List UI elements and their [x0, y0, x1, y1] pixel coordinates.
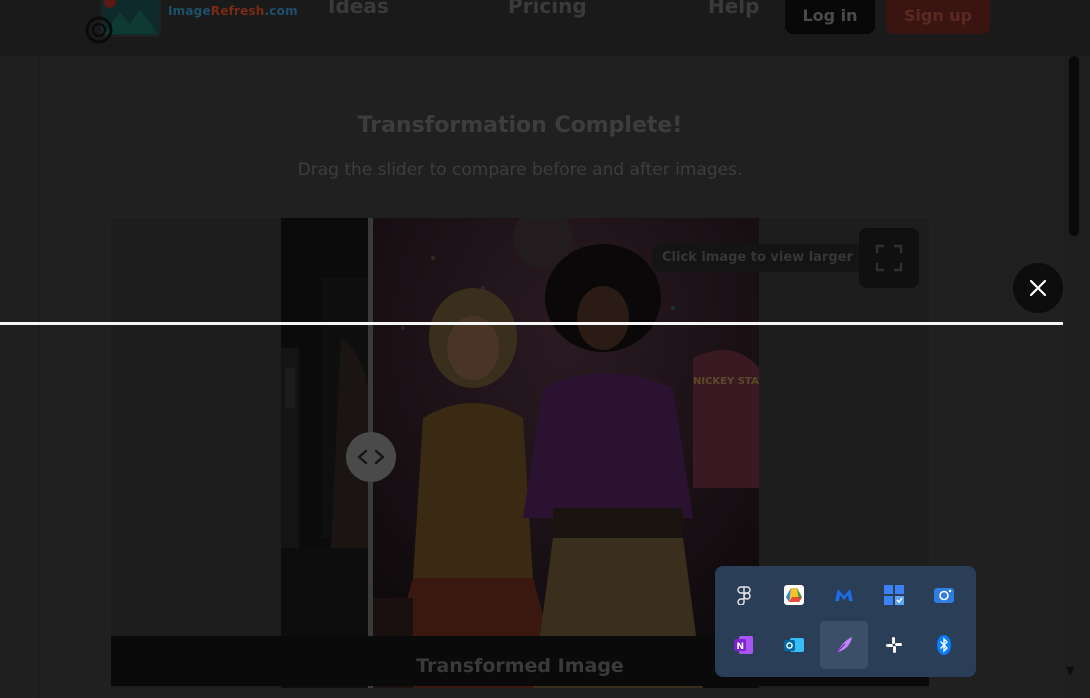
login-button[interactable]: Log in — [785, 0, 875, 34]
site-logo[interactable]: ImageRefresh.com — [84, 0, 298, 44]
task-board-icon[interactable] — [870, 571, 918, 619]
close-icon — [1029, 279, 1047, 297]
malwarebytes-icon[interactable] — [820, 571, 868, 619]
slack-icon[interactable] — [870, 621, 918, 669]
site-header: ImageRefresh.com Ideas Pricing Help Log … — [0, 0, 1090, 56]
left-right-arrows-icon — [357, 449, 385, 465]
close-button[interactable] — [1013, 263, 1063, 313]
nav-help[interactable]: Help — [708, 0, 759, 18]
scrollbar-thumb[interactable] — [1069, 56, 1079, 236]
google-drive-icon[interactable] — [770, 571, 818, 619]
logo-mountain-icon — [85, 0, 161, 44]
figma-icon[interactable] — [720, 571, 768, 619]
onenote-icon[interactable]: N — [720, 621, 768, 669]
nav-ideas[interactable]: Ideas — [328, 0, 389, 18]
bluetooth-icon[interactable] — [920, 621, 968, 669]
fullscreen-icon — [875, 244, 903, 272]
horizontal-guide-line — [0, 322, 1063, 325]
outlook-icon[interactable] — [770, 621, 818, 669]
camera-app-icon[interactable] — [920, 571, 968, 619]
logo-wordmark: ImageRefresh.com — [168, 4, 298, 18]
quill-feather-icon[interactable] — [820, 621, 868, 669]
signup-button[interactable]: Sign up — [886, 0, 990, 34]
svg-text:N: N — [737, 642, 745, 652]
scroll-down-arrow-icon[interactable]: ▼ — [1066, 664, 1074, 677]
after-image: NICKEY STATION — [373, 218, 759, 688]
system-tray-overflow: N — [715, 566, 976, 677]
after-scene-graphic: NICKEY STATION — [373, 218, 759, 688]
comparison-slider-handle[interactable] — [346, 432, 396, 482]
fullscreen-button[interactable] — [859, 228, 919, 288]
view-larger-hint: Click image to view larger — [652, 244, 863, 272]
page-subtitle: Drag the slider to compare before and af… — [297, 160, 743, 180]
page-title: Transformation Complete! — [357, 113, 683, 138]
poster-sign-text: NICKEY STATION — [693, 376, 759, 387]
nav-pricing[interactable]: Pricing — [508, 0, 587, 18]
